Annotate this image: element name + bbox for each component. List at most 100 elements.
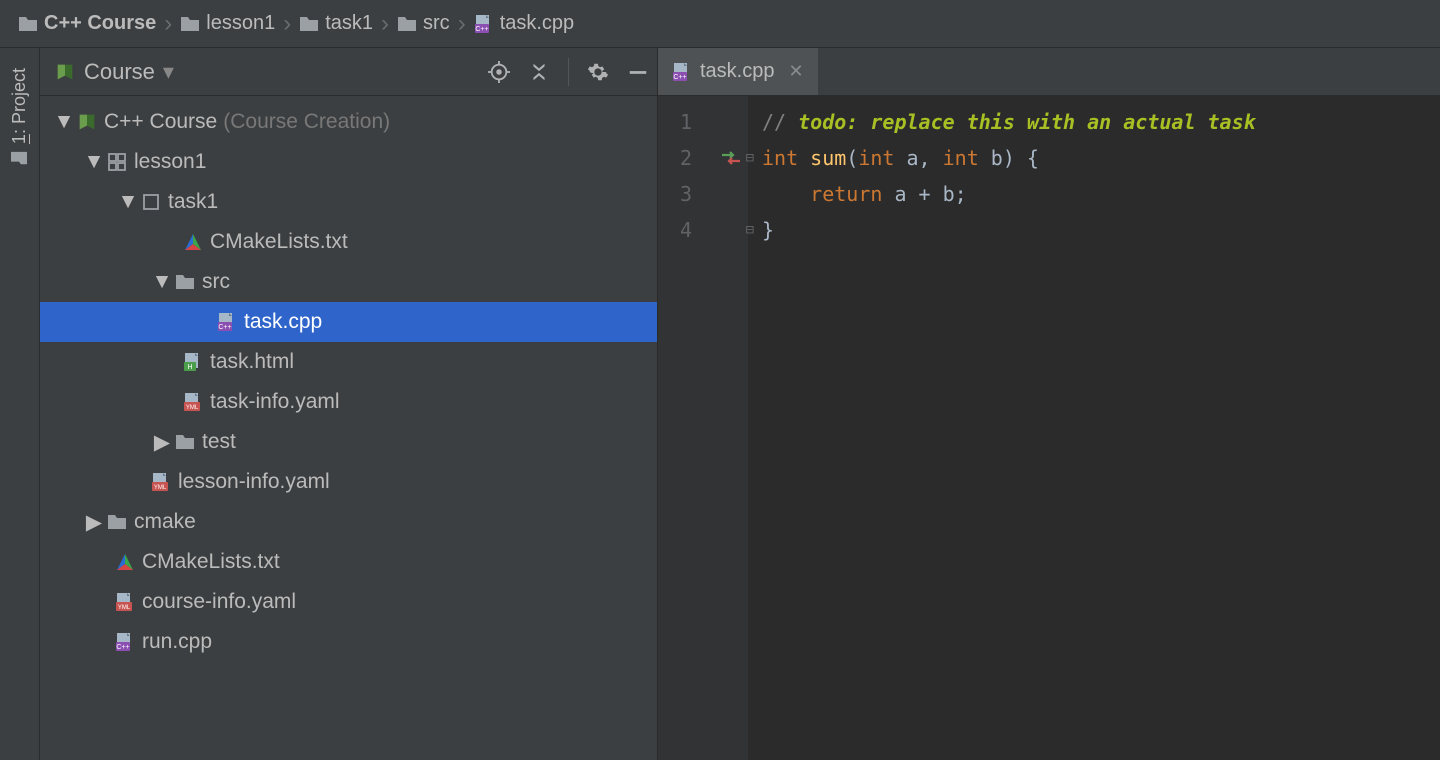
folder-icon — [18, 15, 38, 33]
svg-text:YML: YML — [118, 605, 131, 611]
panel-view-selector[interactable]: Course ▾ — [54, 59, 174, 85]
tree-item-sublabel: (Course Creation) — [223, 110, 390, 134]
cpp-file-icon: C++ — [112, 632, 138, 652]
breadcrumb-item-src[interactable]: src — [397, 12, 450, 35]
tree-item-test[interactable]: ▶ test — [40, 422, 657, 462]
tree-item-label: cmake — [134, 510, 196, 534]
course-icon — [54, 61, 76, 83]
yaml-file-icon: YML — [148, 472, 174, 492]
yaml-file-icon: YML — [180, 392, 206, 412]
yaml-file-icon: YML — [112, 592, 138, 612]
code-line: } — [762, 212, 1440, 248]
folder-icon — [172, 433, 198, 451]
close-icon[interactable]: ✕ — [788, 61, 803, 82]
breadcrumb-separator: › — [458, 12, 466, 36]
expand-toggle-icon[interactable]: ▼ — [118, 190, 138, 214]
tree-item-label: src — [202, 270, 230, 294]
code-line: int sum(int a, int b) { — [762, 140, 1440, 176]
gutter-line: 2 ⊟ — [658, 140, 748, 176]
tree-item-task-html[interactable]: H task.html — [40, 342, 657, 382]
tree-item-label: course-info.yaml — [142, 590, 296, 614]
project-tool-tab[interactable]: 1: Project — [5, 62, 34, 172]
editor-tab-label: task.cpp — [700, 60, 774, 83]
breadcrumb-label: lesson1 — [206, 12, 275, 35]
tree-item-task-cpp[interactable]: C++ task.cpp — [40, 302, 657, 342]
svg-text:YML: YML — [186, 405, 199, 411]
editor-area: C++ task.cpp ✕ 1 2 ⊟ 3 4⊟ // todo: repla… — [658, 48, 1440, 760]
gutter-line: 1 — [658, 104, 748, 140]
editor-tab-task-cpp[interactable]: C++ task.cpp ✕ — [658, 48, 818, 95]
project-panel-header: Course ▾ — [40, 48, 657, 96]
tree-item-task-info-yaml[interactable]: YML task-info.yaml — [40, 382, 657, 422]
folder-icon — [397, 15, 417, 33]
tree-item-label: task-info.yaml — [210, 390, 340, 414]
folder-icon — [299, 15, 319, 33]
expand-toggle-icon[interactable]: ▶ — [152, 430, 172, 455]
tree-item-src[interactable]: ▼ src — [40, 262, 657, 302]
tree-item-cmakelists[interactable]: CMakeLists.txt — [40, 222, 657, 262]
breadcrumb-item-task1[interactable]: task1 — [299, 12, 373, 35]
tool-window-stripe: 1: Project — [0, 48, 40, 760]
tree-item-label: test — [202, 430, 236, 454]
breadcrumb-label: task.cpp — [500, 12, 574, 35]
expand-toggle-icon[interactable]: ▼ — [152, 270, 172, 294]
folder-icon — [11, 150, 29, 166]
html-file-icon: H — [180, 352, 206, 372]
tree-item-label: task.html — [210, 350, 294, 374]
code-editor[interactable]: // todo: replace this with an actual tas… — [748, 96, 1440, 760]
cpp-file-icon: C++ — [672, 62, 692, 82]
task-icon — [138, 193, 164, 211]
tree-item-label: C++ Course — [104, 110, 217, 134]
tree-item-label: lesson-info.yaml — [178, 470, 330, 494]
separator — [568, 58, 569, 86]
lesson-icon — [104, 152, 130, 172]
expand-toggle-icon[interactable]: ▶ — [84, 510, 104, 535]
tree-item-label: task.cpp — [244, 310, 322, 334]
tree-item-run-cpp[interactable]: C++ run.cpp — [40, 622, 657, 662]
tree-item-label: run.cpp — [142, 630, 212, 654]
course-icon — [74, 111, 100, 133]
gear-icon[interactable] — [587, 61, 609, 83]
folder-icon — [104, 513, 130, 531]
editor-body: 1 2 ⊟ 3 4⊟ // todo: replace this with an… — [658, 96, 1440, 760]
breadcrumb-label: src — [423, 12, 450, 35]
svg-text:YML: YML — [154, 485, 167, 491]
gutter-line: 4⊟ — [658, 212, 748, 248]
editor-gutter: 1 2 ⊟ 3 4⊟ — [658, 96, 748, 760]
project-panel: Course ▾ ▼ C++ Course (Course Creation) … — [40, 48, 658, 760]
svg-text:H: H — [187, 364, 192, 371]
code-line: // todo: replace this with an actual tas… — [762, 104, 1440, 140]
breadcrumb-label: C++ Course — [44, 12, 156, 35]
chevron-down-icon: ▾ — [163, 59, 174, 85]
minimize-icon[interactable] — [627, 61, 649, 83]
tree-item-cmakelists-root[interactable]: CMakeLists.txt — [40, 542, 657, 582]
fold-open-icon[interactable]: ⊟ — [746, 150, 754, 166]
breadcrumb-separator: › — [283, 12, 291, 36]
svg-text:C++: C++ — [673, 74, 686, 81]
folder-icon — [172, 273, 198, 291]
tool-tab-label: 1: Project — [9, 68, 30, 144]
panel-title-label: Course — [84, 59, 155, 85]
expand-toggle-icon[interactable]: ▼ — [54, 110, 74, 134]
breadcrumb-item-file[interactable]: C++ task.cpp — [474, 12, 574, 35]
tree-item-label: lesson1 — [134, 150, 206, 174]
breadcrumb-label: task1 — [325, 12, 373, 35]
tree-item-lesson1[interactable]: ▼ lesson1 — [40, 142, 657, 182]
tree-item-cmake[interactable]: ▶ cmake — [40, 502, 657, 542]
tree-item-task1[interactable]: ▼ task1 — [40, 182, 657, 222]
breadcrumb-item-lesson1[interactable]: lesson1 — [180, 12, 275, 35]
project-tree[interactable]: ▼ C++ Course (Course Creation) ▼ lesson1… — [40, 96, 657, 760]
folder-icon — [180, 15, 200, 33]
breadcrumb: C++ Course › lesson1 › task1 › src › C++… — [0, 0, 1440, 48]
breadcrumb-item-root[interactable]: C++ Course — [18, 12, 156, 35]
tree-root[interactable]: ▼ C++ Course (Course Creation) — [40, 102, 657, 142]
tree-item-course-info-yaml[interactable]: YML course-info.yaml — [40, 582, 657, 622]
tree-item-label: CMakeLists.txt — [210, 230, 348, 254]
expand-toggle-icon[interactable]: ▼ — [84, 150, 104, 174]
tree-item-lesson-info-yaml[interactable]: YML lesson-info.yaml — [40, 462, 657, 502]
fold-close-icon[interactable]: ⊟ — [746, 222, 754, 238]
vcs-change-icon[interactable] — [720, 149, 742, 167]
breadcrumb-separator: › — [164, 12, 172, 36]
locate-icon[interactable] — [488, 61, 510, 83]
collapse-all-icon[interactable] — [528, 61, 550, 83]
